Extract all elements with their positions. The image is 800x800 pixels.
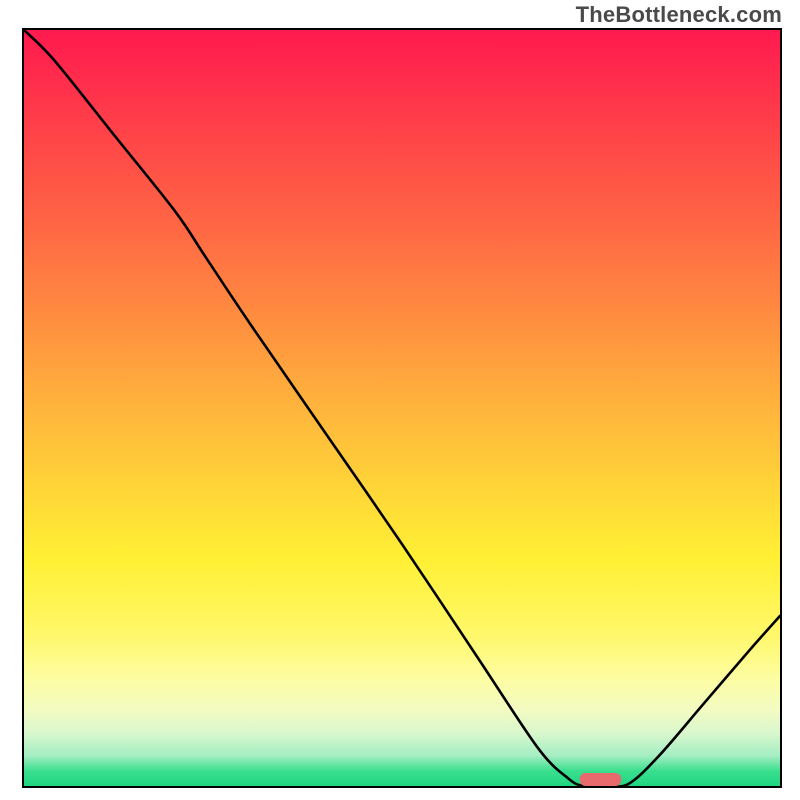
plot-area	[22, 28, 782, 788]
optimal-marker	[24, 30, 780, 786]
watermark-text: TheBottleneck.com	[576, 2, 782, 28]
chart-container: TheBottleneck.com	[0, 0, 800, 800]
